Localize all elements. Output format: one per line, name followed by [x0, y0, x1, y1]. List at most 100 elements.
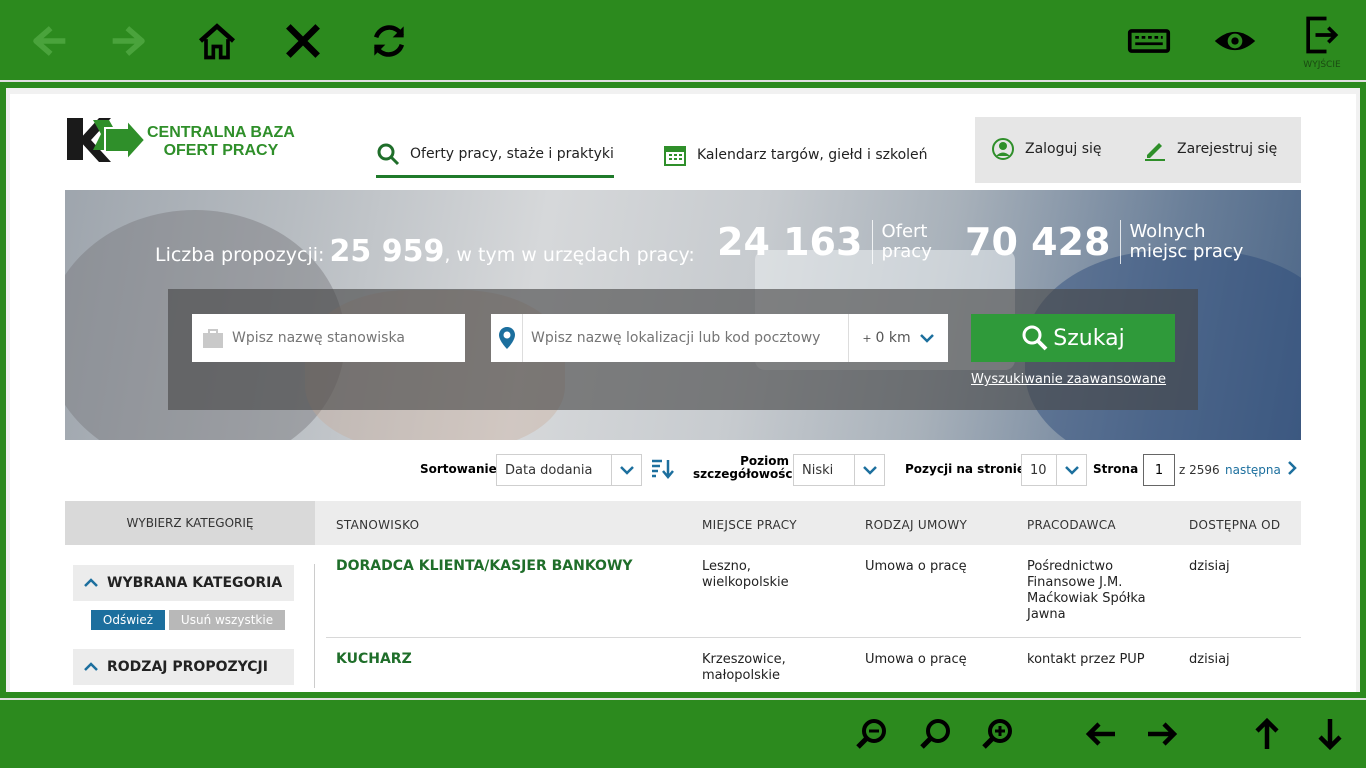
header-available: DOSTĘPNA OD [1189, 518, 1281, 532]
close-icon[interactable] [276, 14, 330, 68]
job-contract: Umowa o pracę [865, 559, 967, 574]
per-page-label: Pozycji na stronie [905, 462, 1026, 476]
job-place: Krzeszowice, małopolskie [702, 652, 786, 684]
next-page-link[interactable]: następna [1225, 463, 1281, 477]
radius-prefix: + [862, 331, 872, 345]
logo-line-2: OFERT PRACY [163, 142, 279, 159]
page-input[interactable]: 1 [1143, 454, 1175, 486]
clear-all-button[interactable]: Usuń wszystkie [169, 610, 285, 630]
zoom-in-icon[interactable] [976, 714, 1020, 754]
chevron-right-icon[interactable] [1286, 460, 1298, 480]
job-place-city: Leszno, [702, 559, 751, 574]
chevron-down-icon [854, 455, 884, 485]
header-position: STANOWISKO [336, 518, 420, 532]
category-header: WYBIERZ KATEGORIĘ [65, 501, 315, 545]
sort-direction-icon[interactable] [650, 458, 674, 484]
chevron-down-icon [919, 334, 934, 343]
offers-label-2: pracy [881, 241, 932, 262]
proposals-count: Liczba propozycji: 25 959, w tym w urzęd… [155, 234, 695, 269]
scroll-down-icon[interactable] [1308, 714, 1352, 754]
header-place: MIEJSCE PRACY [702, 518, 797, 532]
logo-arrow-icon [67, 117, 147, 163]
search-icon [1022, 325, 1048, 351]
radius-value: 0 km [875, 330, 911, 346]
search-icon [377, 143, 400, 165]
offers-value: 24 163 [717, 220, 874, 264]
places-stat: 70 428 Wolnych miejsc pracy [965, 220, 1243, 264]
zoom-reset-icon[interactable] [914, 714, 958, 754]
detail-value: Niski [802, 462, 834, 478]
eye-icon[interactable] [1208, 14, 1262, 68]
nav-offers[interactable]: Oferty pracy, staże i praktyki [376, 132, 614, 178]
job-place-region: wielkopolskie [702, 575, 789, 590]
login-label: Zaloguj się [1025, 141, 1102, 157]
refresh-icon[interactable] [362, 14, 416, 68]
logo-text: CENTRALNA BAZA OFERT PRACY [147, 124, 295, 160]
job-title-link[interactable]: DORADCA KLIENTA/KASJER BANKOWY [336, 558, 633, 574]
detail-label: Poziom szczegółowości [693, 455, 797, 481]
places-label-1: Wolnych [1129, 221, 1206, 242]
forward-arrow-icon[interactable] [104, 14, 158, 68]
pencil-icon [1145, 143, 1165, 161]
per-page-select[interactable]: 10 [1021, 454, 1087, 486]
user-icon [992, 138, 1014, 160]
offer-type-toggle[interactable]: RODZAJ PROPOZYCJI [73, 649, 294, 685]
register-link[interactable]: Zarejestruj się [1143, 137, 1277, 161]
offer-type-label: RODZAJ PROPOZYCJI [107, 659, 268, 675]
location-field[interactable]: + 0 km [491, 314, 948, 362]
calendar-icon [664, 146, 686, 166]
scroll-left-icon[interactable] [1078, 714, 1122, 754]
job-place-region: małopolskie [702, 668, 781, 683]
job-available: dzisiaj [1189, 559, 1230, 574]
detail-select[interactable]: Niski [793, 454, 885, 486]
job-title-link[interactable]: KUCHARZ [336, 651, 412, 667]
scroll-right-icon[interactable] [1141, 714, 1185, 754]
back-arrow-icon[interactable] [20, 14, 74, 68]
exit-icon[interactable] [1294, 8, 1348, 62]
nav-calendar-label: Kalendarz targów, giełd i szkoleń [697, 147, 928, 163]
job-available: dzisiaj [1189, 652, 1230, 667]
row-divider [326, 637, 1301, 638]
keyboard-icon[interactable] [1122, 14, 1176, 68]
selected-category-toggle[interactable]: WYBRANA KATEGORIA [73, 565, 294, 601]
places-desc: Wolnych miejsc pracy [1121, 222, 1243, 262]
job-employer: kontakt przez PUP [1027, 652, 1145, 667]
exit-label: WYJŚCIE [1303, 60, 1341, 70]
zoom-out-icon[interactable] [850, 714, 894, 754]
proposals-suffix: , w tym w urzędach pracy: [444, 244, 695, 266]
hero-banner: Liczba propozycji: 25 959, w tym w urzęd… [65, 190, 1301, 440]
offers-label-1: Ofert [881, 221, 928, 242]
position-input[interactable] [232, 330, 452, 346]
nav-calendar[interactable]: Kalendarz targów, giełd i szkoleń [663, 132, 928, 178]
per-page-value: 10 [1030, 462, 1047, 478]
refresh-button[interactable]: Odśwież [91, 610, 165, 630]
home-icon[interactable] [190, 14, 244, 68]
site-logo[interactable]: CENTRALNA BAZA OFERT PRACY [65, 114, 305, 170]
login-link[interactable]: Zaloguj się [991, 137, 1102, 161]
chevron-down-icon [1056, 455, 1086, 485]
auth-box: Zaloguj się Zarejestruj się [975, 117, 1301, 183]
job-employer: Pośrednictwo Finansowe J.M. Maćkowiak Sp… [1027, 559, 1146, 623]
position-field[interactable] [192, 314, 465, 362]
location-input[interactable] [531, 330, 849, 346]
header-contract: RODZAJ UMOWY [865, 518, 968, 532]
job-contract: Umowa o pracę [865, 652, 967, 667]
scroll-up-icon[interactable] [1245, 714, 1289, 754]
advanced-search-link[interactable]: Wyszukiwanie zaawansowane [971, 372, 1166, 387]
sort-select[interactable]: Data dodania [496, 454, 642, 486]
nav-offers-label: Oferty pracy, staże i praktyki [410, 145, 614, 162]
selected-category-label: WYBRANA KATEGORIA [107, 575, 283, 591]
sidebar-divider [314, 564, 315, 688]
header-employer: PRACODAWCA [1027, 518, 1116, 532]
job-place: Leszno, wielkopolskie [702, 559, 789, 591]
detail-label-2: szczegółowości [693, 467, 797, 481]
job-place-city: Krzeszowice, [702, 652, 786, 667]
chevron-up-icon [84, 662, 98, 671]
page-total: z 2596 [1179, 463, 1220, 477]
kiosk-bottom-bar [0, 698, 1366, 768]
results-header [315, 501, 1301, 545]
search-button[interactable]: Szukaj [971, 314, 1175, 362]
job-employer-line: Finansowe J.M. [1027, 575, 1123, 590]
radius-select[interactable]: + 0 km [848, 314, 948, 362]
proposals-label: Liczba propozycji: [155, 244, 325, 266]
